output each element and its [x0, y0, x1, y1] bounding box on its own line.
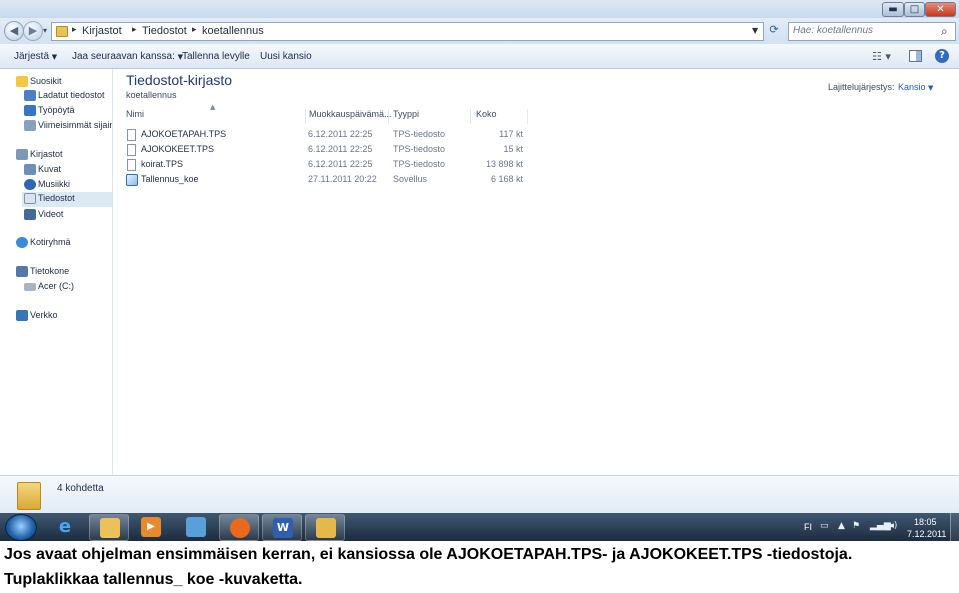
volume-icon[interactable]: ◄) [887, 521, 897, 531]
taskbar-word[interactable]: W [262, 514, 302, 541]
file-row[interactable]: AJOKOETAPAH.TPS 6.12.2011 22:25 TPS-tied… [126, 128, 526, 143]
breadcrumb-separator[interactable]: ▸ [132, 25, 137, 35]
file-icon [127, 129, 136, 141]
paint-icon [186, 517, 206, 537]
arrange-by-label: Lajittelujärjestys: [828, 82, 895, 92]
keyboard-icon[interactable]: ▭ [820, 521, 829, 531]
column-header-type[interactable]: Tyyppi [393, 109, 471, 124]
caption-line-2: Tuplaklikkaa tallennus_ koe -kuvaketta. [4, 571, 303, 588]
navigation-pane: Suosikit Ladatut tiedostot Työpöytä Viim… [0, 69, 113, 475]
libraries-icon [16, 149, 28, 160]
caption-line-1: Jos avaat ohjelman ensimmäisen kerran, e… [4, 546, 853, 563]
desktop-icon [24, 105, 36, 116]
show-hidden-icons-icon[interactable]: ▲ [838, 521, 845, 531]
address-history-dropdown[interactable]: ▼ [752, 26, 758, 35]
file-row[interactable]: AJOKOKEET.TPS 6.12.2011 22:25 TPS-tiedos… [126, 143, 526, 158]
new-folder-button[interactable]: Uusi kansio [260, 51, 312, 62]
internet-explorer-icon: e [58, 516, 72, 537]
folder-icon [17, 482, 41, 510]
taskbar-internet-explorer[interactable]: e [45, 514, 85, 541]
search-icon[interactable]: ⌕ [941, 24, 948, 39]
file-row[interactable]: Tallennus_koe 27.11.2011 20:22 Sovellus … [126, 173, 526, 188]
star-icon [16, 76, 28, 87]
start-button[interactable] [5, 514, 37, 541]
item-count: 4 kohdetta [57, 483, 104, 494]
taskbar-paint[interactable] [176, 514, 216, 541]
clock-date[interactable]: 7.12.2011 [907, 529, 946, 539]
breadcrumb-separator[interactable]: ▸ [192, 25, 197, 35]
downloads-icon [24, 90, 36, 101]
show-desktop-button[interactable] [950, 513, 959, 541]
change-view-icon[interactable]: ☷ ▾ [872, 50, 891, 63]
taskbar-media-player[interactable]: ▶ [131, 514, 171, 541]
library-title: Tiedostot-kirjasto [126, 72, 233, 88]
minimize-button[interactable]: ▬ [882, 2, 904, 17]
language-indicator[interactable]: FI [804, 522, 812, 532]
hard-drive-icon [24, 283, 36, 291]
media-player-icon: ▶ [141, 517, 161, 537]
burn-button[interactable]: Tallenna levylle [182, 51, 250, 62]
title-bar: ▬ □ ✕ [0, 0, 959, 18]
breadcrumb-documents[interactable]: Tiedostot [142, 25, 187, 37]
file-explorer-icon [100, 518, 120, 538]
file-icon [127, 144, 136, 156]
folder-icon [56, 26, 68, 37]
details-pane: 4 kohdetta [0, 475, 959, 513]
preview-pane-icon[interactable] [909, 50, 922, 62]
recent-pages-dropdown[interactable]: ▾ [43, 26, 47, 35]
computer-icon [16, 266, 28, 277]
nav-item-documents[interactable]: Tiedostot [22, 192, 112, 207]
clock-time[interactable]: 18:05 [914, 517, 937, 527]
arrange-by-dropdown[interactable]: Kansio ▼ [898, 82, 933, 92]
instruction-caption: Jos avaat ohjelman ensimmäisen kerran, e… [4, 542, 956, 592]
back-button[interactable]: ◀ [4, 21, 24, 41]
videos-icon [24, 209, 36, 220]
forward-button[interactable]: ▶ [23, 21, 43, 41]
documents-icon [24, 193, 36, 204]
search-input[interactable]: Hae: koetallennus [793, 25, 873, 36]
word-icon: W [273, 518, 293, 538]
application-icon [126, 174, 138, 186]
explorer-window: ▬ □ ✕ ◀ ▶ ▾ ▸ Kirjastot ▸ Tiedostot ▸ ko… [0, 0, 959, 541]
breadcrumb-separator[interactable]: ▸ [72, 25, 77, 35]
column-header-size[interactable]: Koko [476, 109, 528, 124]
maximize-button[interactable]: □ [904, 2, 925, 17]
firefox-icon [230, 518, 250, 538]
folder-app-icon [316, 518, 336, 538]
close-button[interactable]: ✕ [925, 2, 956, 17]
refresh-icon[interactable]: ⟳ [766, 23, 782, 40]
action-center-icon[interactable]: ⚑ [852, 521, 860, 531]
column-header-name[interactable]: Nimi [126, 109, 306, 124]
breadcrumb-libraries[interactable]: Kirjastot [82, 25, 122, 37]
taskbar-file-explorer[interactable] [89, 514, 129, 541]
search-box[interactable]: Hae: koetallennus ⌕ [788, 22, 956, 41]
file-row[interactable]: koirat.TPS 6.12.2011 22:25 TPS-tiedosto … [126, 158, 526, 173]
taskbar: e ▶ W FI ▭ ▲ ⚑ ▂▄▆ ◄) 18:05 7.12.2011 [0, 513, 959, 541]
column-header-modified[interactable]: Muokkauspäivämä... [309, 109, 392, 124]
pictures-icon [24, 164, 36, 175]
taskbar-firefox[interactable] [219, 514, 259, 541]
file-icon [127, 159, 136, 171]
help-icon[interactable]: ? [935, 49, 949, 63]
taskbar-folder-app[interactable] [305, 514, 345, 541]
breadcrumb-current-folder[interactable]: koetallennus [202, 25, 264, 37]
share-with-button[interactable]: Jaa seuraavan kanssa: ▼ [72, 51, 183, 62]
homegroup-icon [16, 237, 28, 248]
organize-button[interactable]: Järjestä ▼ [14, 51, 57, 62]
recent-places-icon [24, 120, 36, 131]
music-icon [24, 179, 36, 190]
file-list-area: Tiedostot-kirjasto koetallennus Lajittel… [114, 69, 959, 475]
network-icon [16, 310, 28, 321]
command-bar: Järjestä ▼ Jaa seuraavan kanssa: ▼ Talle… [0, 44, 959, 69]
library-subtitle: koetallennus [126, 90, 177, 100]
address-bar[interactable]: ▸ Kirjastot ▸ Tiedostot ▸ koetallennus [51, 22, 764, 41]
